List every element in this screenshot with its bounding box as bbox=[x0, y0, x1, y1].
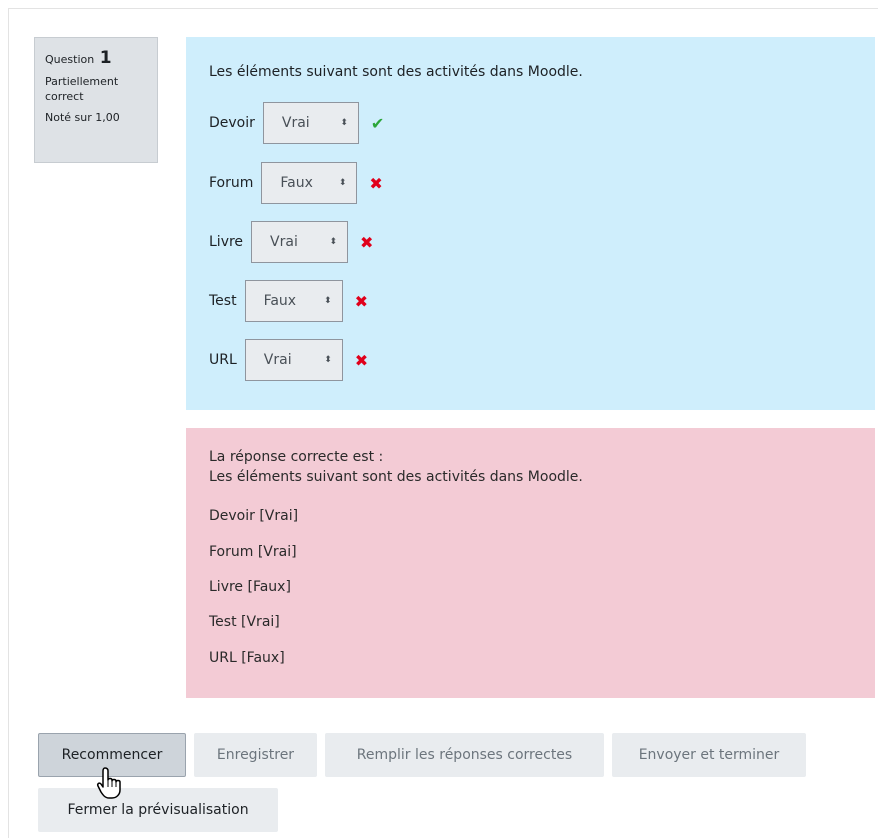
submit-button[interactable]: Envoyer et terminer bbox=[612, 733, 806, 777]
select-arrow-icon: ⬍ bbox=[329, 237, 338, 247]
answer-select-test[interactable]: Faux ⬍ bbox=[244, 280, 343, 322]
feedback-question-text: Les éléments suivant sont des activités … bbox=[209, 469, 583, 485]
answer-label: Devoir bbox=[209, 115, 255, 131]
question-text: Les éléments suivant sont des activités … bbox=[209, 64, 583, 80]
question-label: Question bbox=[45, 53, 95, 66]
save-button[interactable]: Enregistrer bbox=[194, 733, 317, 777]
cross-icon: ✖ bbox=[354, 291, 368, 311]
select-value: Vrai bbox=[270, 234, 298, 250]
select-arrow-icon: ⬍ bbox=[324, 296, 332, 306]
feedback-answer: URL [Faux] bbox=[209, 650, 285, 666]
question-info: Question 1 Partiellement correct Noté su… bbox=[34, 37, 158, 163]
answer-row-test: Test Faux ⬍ ✖ bbox=[209, 279, 368, 323]
feedback-intro: La réponse correcte est : bbox=[209, 449, 384, 465]
feedback-answer: Livre [Faux] bbox=[209, 579, 291, 595]
answer-select-devoir[interactable]: Vrai ⬍ bbox=[262, 102, 359, 144]
select-arrow-icon: ⬍ bbox=[340, 118, 348, 128]
answer-select-url[interactable]: Vrai ⬍ bbox=[244, 339, 343, 381]
question-number: 1 bbox=[99, 48, 112, 68]
feedback-answer: Devoir [Vrai] bbox=[209, 508, 299, 524]
select-value: Vrai bbox=[281, 115, 310, 131]
check-icon: ✔ bbox=[370, 113, 385, 133]
select-value: Faux bbox=[280, 175, 313, 191]
correct-answer-feedback: La réponse correcte est : Les éléments s… bbox=[186, 428, 875, 698]
answer-label: URL bbox=[209, 352, 237, 368]
answer-select-forum[interactable]: Faux ⬍ bbox=[261, 162, 358, 204]
select-value: Vrai bbox=[263, 352, 292, 368]
answer-label: Test bbox=[209, 293, 237, 309]
question-formulation: Les éléments suivant sont des activités … bbox=[186, 37, 875, 410]
feedback-answer: Forum [Vrai] bbox=[209, 544, 297, 560]
select-arrow-icon: ⬍ bbox=[324, 355, 332, 365]
answer-row-devoir: Devoir Vrai ⬍ ✔ bbox=[209, 101, 384, 145]
answer-row-url: URL Vrai ⬍ ✖ bbox=[209, 338, 368, 382]
question-grade: Noté sur 1,00 bbox=[45, 111, 120, 124]
cross-icon: ✖ bbox=[360, 232, 374, 252]
feedback-answer: Test [Vrai] bbox=[209, 614, 280, 630]
question-state: Partiellement correct bbox=[45, 75, 119, 103]
cross-icon: ✖ bbox=[354, 350, 369, 370]
answer-label: Forum bbox=[209, 175, 254, 191]
answer-row-forum: Forum Faux ⬍ ✖ bbox=[209, 161, 383, 205]
answer-label: Livre bbox=[209, 234, 244, 250]
cross-icon: ✖ bbox=[369, 173, 383, 193]
answer-select-livre[interactable]: Vrai ⬍ bbox=[251, 221, 349, 263]
fill-correct-button[interactable]: Remplir les réponses correctes bbox=[325, 733, 604, 777]
answer-row-livre: Livre Vrai ⬍ ✖ bbox=[209, 220, 373, 264]
select-value: Faux bbox=[263, 293, 297, 309]
select-arrow-icon: ⬍ bbox=[338, 178, 347, 188]
hand-pointer-icon bbox=[97, 767, 121, 799]
close-preview-button[interactable]: Fermer la prévisualisation bbox=[38, 788, 278, 832]
question-heading: Question 1 bbox=[45, 48, 147, 68]
